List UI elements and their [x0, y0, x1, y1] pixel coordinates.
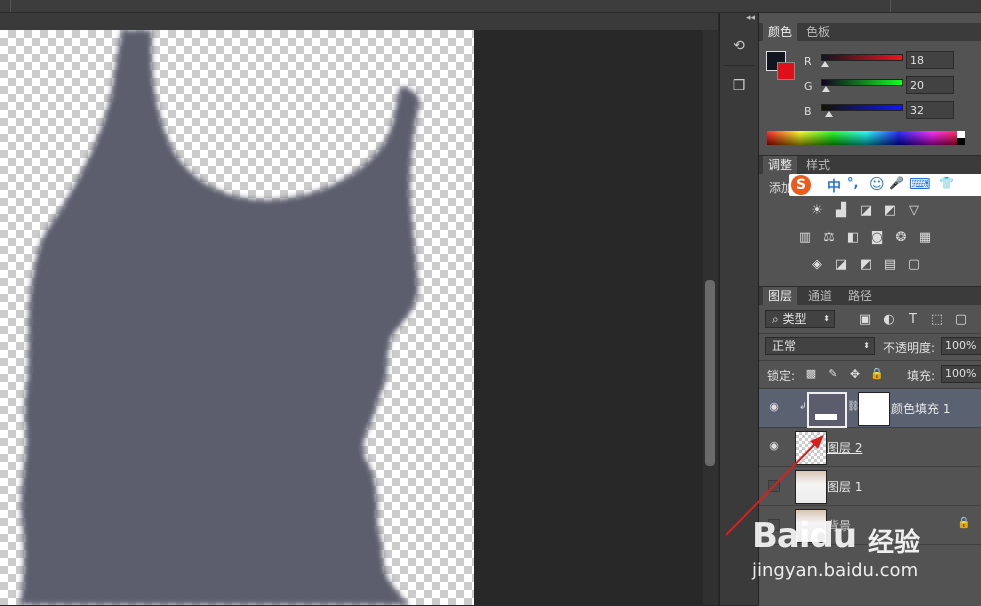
ime-skin-icon[interactable]: 👕: [939, 176, 954, 190]
channel-mixer-icon[interactable]: ❂: [893, 231, 909, 245]
filter-type-icon[interactable]: T: [905, 313, 921, 327]
lock-position-icon[interactable]: ✥: [847, 367, 863, 381]
lock-label: 锁定:: [767, 369, 796, 383]
hue-saturation-icon[interactable]: ▥: [797, 231, 813, 245]
green-slider[interactable]: [821, 79, 903, 86]
color-panel: 颜色 色板 R 18 G 20 B 32: [759, 23, 981, 153]
photo-filter-icon[interactable]: ◙: [869, 231, 885, 245]
ime-punctuation-icon[interactable]: °,: [847, 176, 858, 191]
tab-color[interactable]: 颜色: [763, 23, 798, 41]
color-balance-icon[interactable]: ⚖: [821, 231, 837, 245]
tab-swatches[interactable]: 色板: [801, 23, 835, 41]
layer-mask-thumbnail[interactable]: [858, 392, 890, 426]
blue-slider-handle[interactable]: [825, 111, 833, 117]
scrollbar-thumb[interactable]: [705, 280, 715, 466]
tank-top-silhouette: [20, 30, 420, 605]
layers-panel-tabs: 图层 通道 路径: [759, 287, 981, 305]
layer-filter-select[interactable]: ⌕ 类型 ⬍: [765, 310, 835, 328]
fill-label: 填充:: [907, 369, 936, 383]
lock-all-icon[interactable]: 🔒: [869, 367, 885, 381]
clip-indicator-icon: ↲: [799, 402, 807, 412]
adjustments-panel: 调整 样式 添加 S 中 °, ☺ 🎤 ⌨ 👕 ☀ ▟ ◪ ◩ ▽ ▥ ⚖ ◧ …: [759, 155, 981, 282]
lock-paint-icon[interactable]: ✎: [825, 367, 841, 381]
blue-slider[interactable]: [821, 104, 903, 111]
threshold-icon[interactable]: ◩: [858, 258, 874, 272]
fill-input[interactable]: 100%: [941, 365, 981, 383]
search-icon: ⌕: [772, 312, 783, 326]
color-lookup-icon[interactable]: ▦: [917, 231, 933, 245]
green-value-input[interactable]: 20: [906, 76, 954, 94]
color-spectrum-ramp[interactable]: [767, 131, 965, 145]
document-canvas[interactable]: [0, 30, 474, 605]
jingyan-label: 经验: [868, 528, 921, 558]
color-fill-shape: [20, 30, 420, 605]
blend-mode-value: 正常: [772, 339, 797, 353]
green-slider-handle[interactable]: [822, 86, 830, 92]
exposure-icon[interactable]: ◩: [882, 204, 898, 218]
curves-icon[interactable]: ◪: [858, 204, 874, 218]
layer-filter-value: 类型: [782, 312, 807, 326]
brightness-icon[interactable]: ☀: [809, 204, 825, 218]
ime-toolbar[interactable]: S 中 °, ☺ 🎤 ⌨ 👕: [789, 174, 981, 196]
ime-voice-icon[interactable]: 🎤: [889, 176, 904, 190]
blue-value-input[interactable]: 32: [906, 101, 954, 119]
invert-icon[interactable]: ◈: [809, 258, 825, 272]
collapse-icon[interactable]: ◂◂: [746, 13, 755, 23]
tab-channels[interactable]: 通道: [803, 287, 837, 305]
divider: [759, 333, 981, 334]
options-bar: [0, 0, 981, 13]
chevron-updown-icon: ⬍: [823, 314, 830, 323]
ime-keyboard-icon[interactable]: ⌨: [909, 175, 931, 193]
tab-layers[interactable]: 图层: [763, 287, 798, 305]
fill-layer-thumbnail[interactable]: [807, 392, 847, 428]
vibrance-icon[interactable]: ▽: [906, 204, 922, 218]
baidu-logo: Baidu: [752, 516, 857, 556]
pasteboard: [474, 30, 703, 605]
blend-mode-select[interactable]: 正常 ⬍: [765, 337, 875, 355]
options-separator: [890, 0, 891, 12]
adjustments-panel-tabs: 调整 样式: [759, 156, 981, 174]
selective-color-icon[interactable]: ▢: [906, 258, 922, 272]
watermark: Baidu 经验 jingyan.baidu.com: [752, 500, 981, 605]
red-slider-handle[interactable]: [821, 61, 829, 67]
tab-adjustments[interactable]: 调整: [763, 156, 798, 174]
filter-adjustment-icon[interactable]: ◐: [881, 313, 897, 327]
background-color-swatch[interactable]: [777, 62, 795, 80]
fill-swatch-icon: [815, 414, 837, 420]
ime-chinese-mode[interactable]: 中: [827, 176, 841, 196]
3d-icon[interactable]: ❒: [728, 75, 750, 97]
opacity-label: 不透明度:: [883, 341, 936, 355]
history-icon[interactable]: ⟲: [728, 35, 750, 57]
levels-icon[interactable]: ▟: [833, 204, 849, 218]
filter-pixel-icon[interactable]: ▣: [857, 313, 873, 327]
channel-label-b: B: [804, 105, 812, 118]
filter-smartobject-icon[interactable]: ▢: [953, 313, 969, 327]
divider: [759, 360, 981, 361]
red-slider[interactable]: [821, 54, 903, 61]
options-separator: [10, 0, 11, 12]
layer-row-color-fill[interactable]: ◉ ↲ ⛓ 颜色填充 1: [759, 389, 981, 428]
chevron-updown-icon: ⬍: [863, 341, 870, 350]
tab-paths[interactable]: 路径: [843, 287, 877, 305]
filter-shape-icon[interactable]: ⬚: [929, 313, 945, 327]
color-panel-tabs: 颜色 色板: [759, 23, 981, 41]
ime-emoji-icon[interactable]: ☺: [869, 175, 885, 193]
dock-divider: [724, 65, 754, 66]
document-tab-bar: [0, 13, 718, 30]
gradient-map-icon[interactable]: ▤: [882, 258, 898, 272]
eye-icon[interactable]: ◉: [767, 400, 781, 414]
opacity-input[interactable]: 100%: [941, 337, 981, 355]
black-white-icon[interactable]: ◧: [845, 231, 861, 245]
tab-styles[interactable]: 样式: [801, 156, 835, 174]
channel-label-r: R: [804, 55, 812, 68]
red-value-input[interactable]: 18: [906, 51, 954, 69]
channel-label-g: G: [804, 80, 813, 93]
lock-transparent-icon[interactable]: ▩: [803, 367, 819, 381]
watermark-url: jingyan.baidu.com: [752, 560, 919, 581]
sogou-logo-icon[interactable]: S: [791, 175, 811, 195]
posterize-icon[interactable]: ◪: [833, 258, 849, 272]
layer-name[interactable]: 颜色填充 1: [891, 400, 950, 417]
